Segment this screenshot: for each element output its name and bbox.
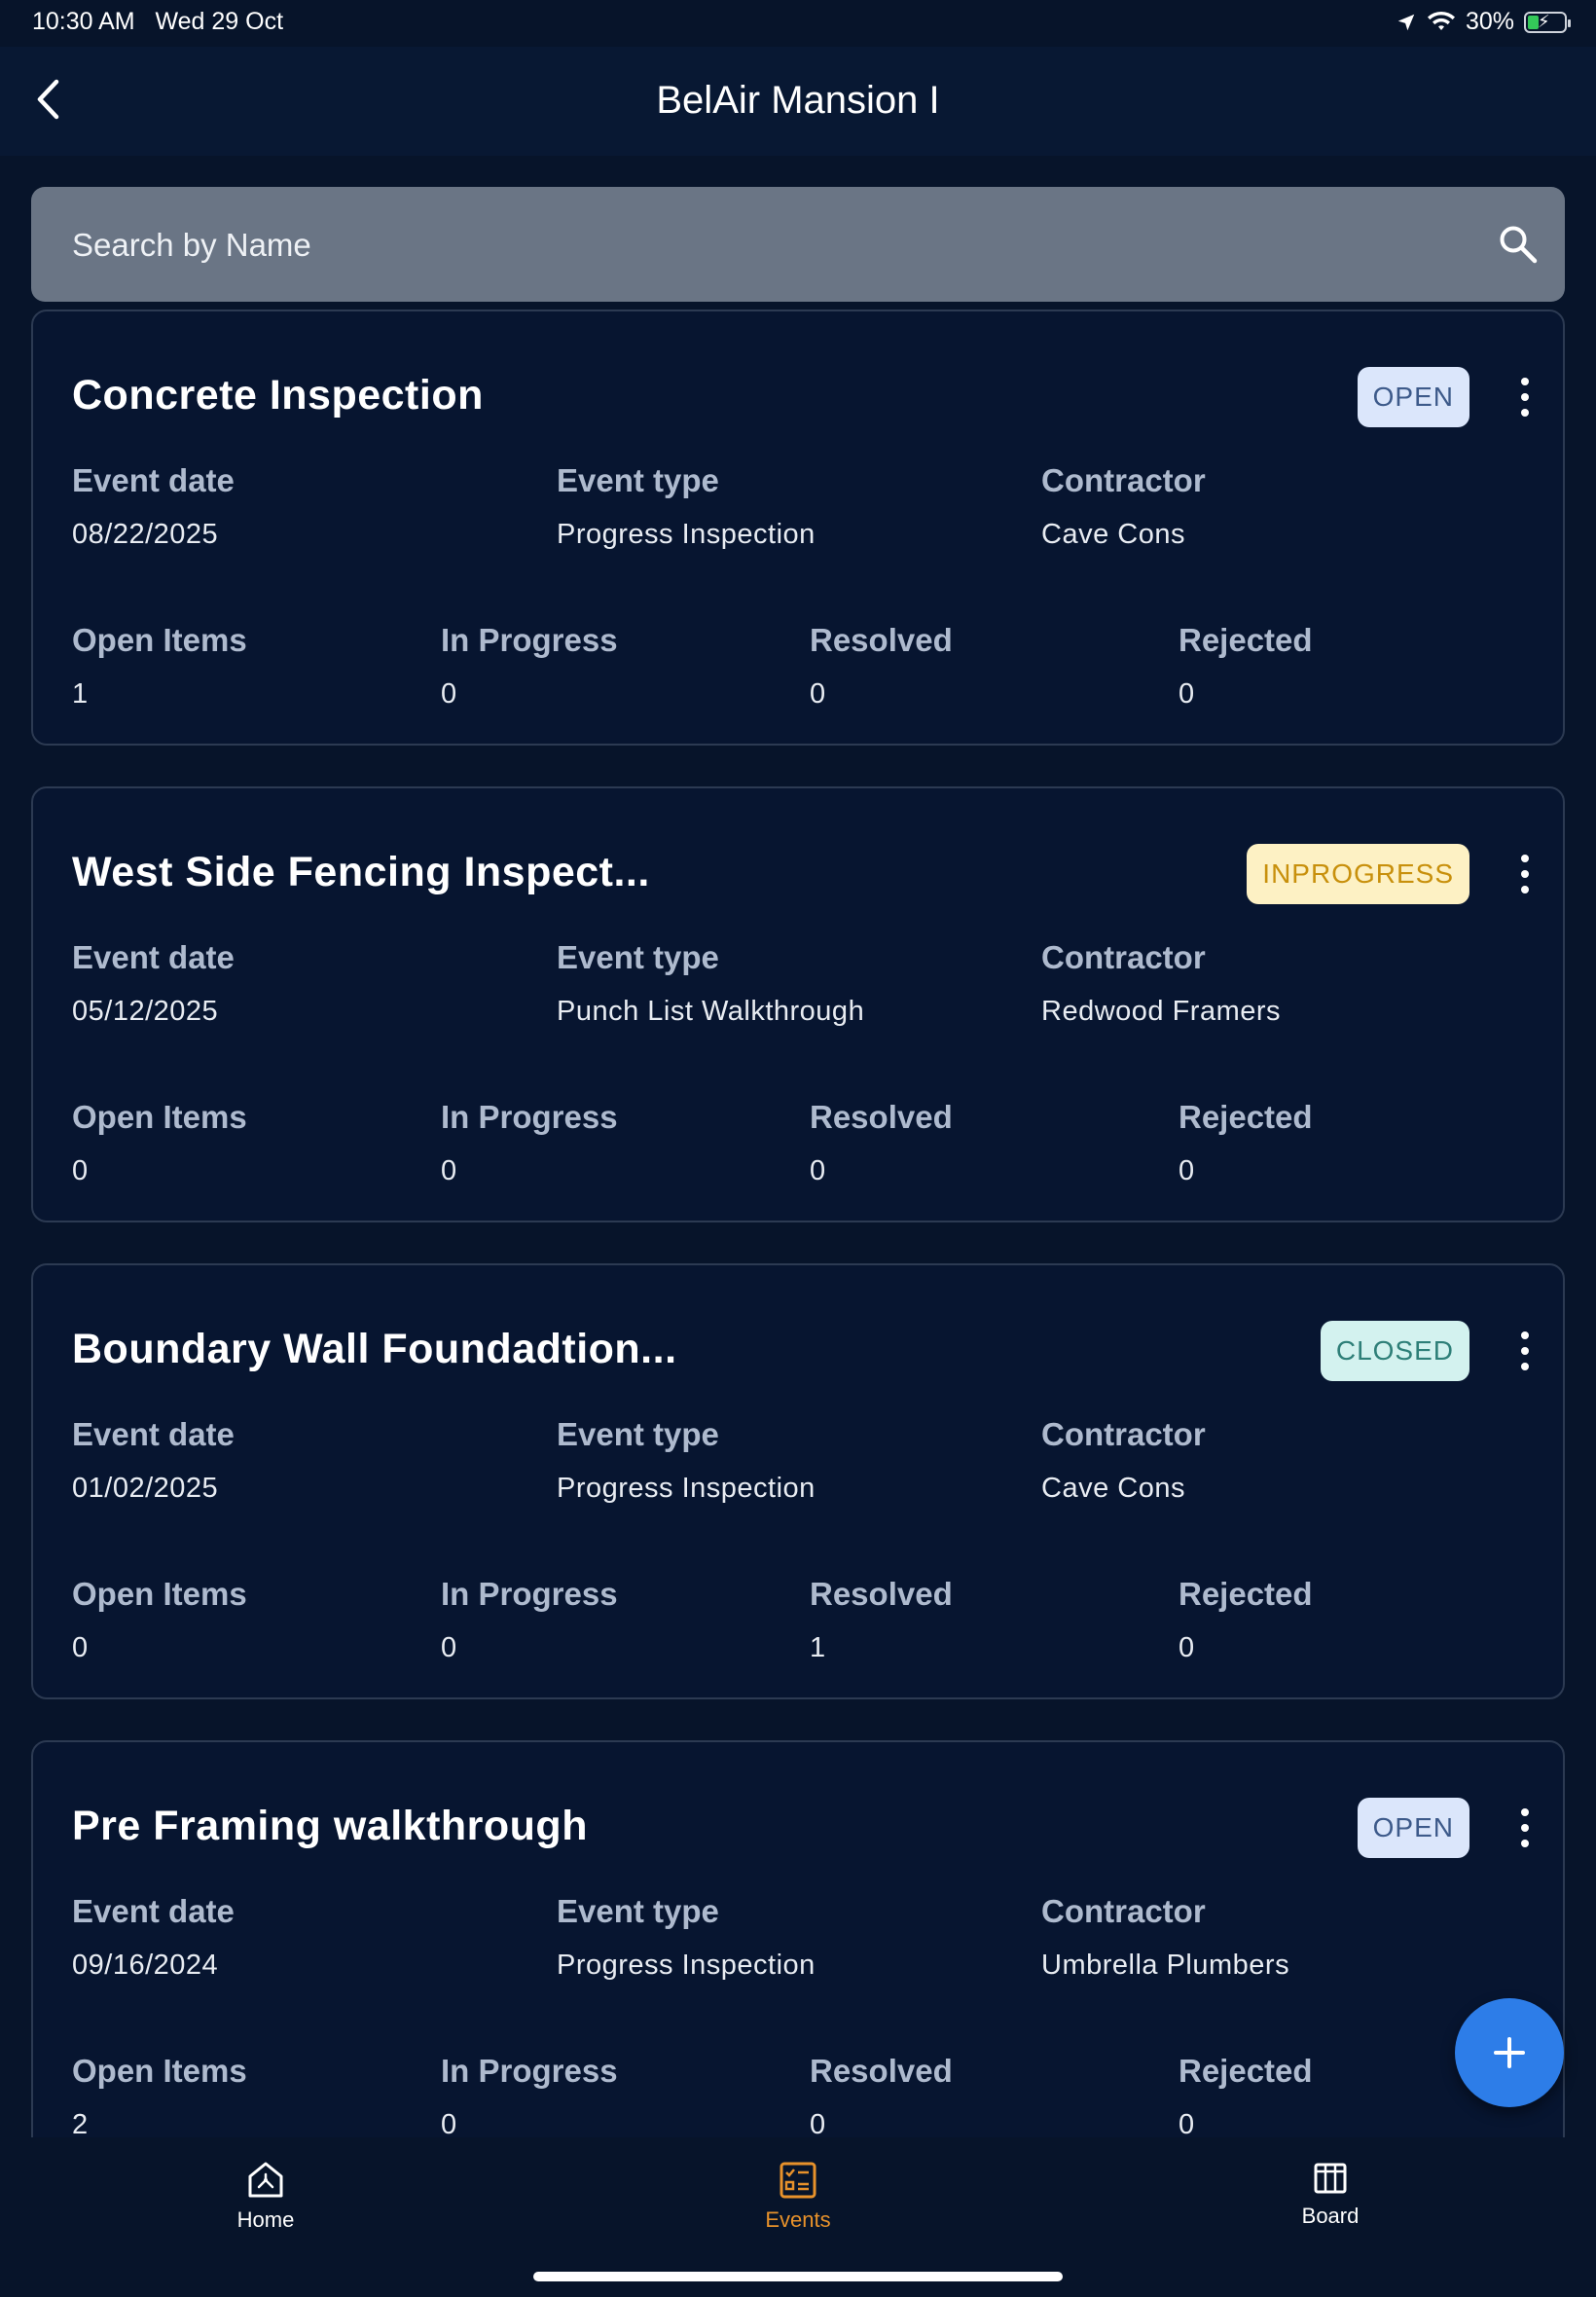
resolved-label: Resolved	[810, 2053, 953, 2089]
event-title: Boundary Wall Foundadtion...	[72, 1326, 677, 1372]
contractor-value: Redwood Framers	[1041, 996, 1282, 1027]
status-date: Wed 29 Oct	[155, 8, 284, 35]
event-date-value: 01/02/2025	[72, 1473, 219, 1504]
contractor-value: Cave Cons	[1041, 519, 1185, 550]
event-date-label: Event date	[72, 462, 235, 498]
open-items-label: Open Items	[72, 1576, 247, 1612]
home-indicator	[533, 2272, 1063, 2281]
more-options-button[interactable]	[1510, 378, 1540, 417]
page-title: BelAir Mansion I	[656, 79, 940, 122]
event-card[interactable]: Boundary Wall Foundadtion... CLOSED Even…	[31, 1263, 1565, 1699]
resolved-label: Resolved	[810, 1099, 953, 1135]
in-progress-label: In Progress	[441, 2053, 618, 2089]
contractor-value: Cave Cons	[1041, 1473, 1185, 1504]
event-date-value: 05/12/2025	[72, 996, 219, 1027]
nav-board-label: Board	[1301, 2204, 1360, 2228]
resolved-value: 1	[810, 1632, 826, 1663]
event-type-label: Event type	[557, 1416, 719, 1452]
event-type-label: Event type	[557, 1893, 719, 1929]
event-type-value: Progress Inspection	[557, 1950, 816, 1981]
wifi-icon	[1427, 11, 1455, 30]
contractor-label: Contractor	[1041, 939, 1206, 975]
resolved-value: 0	[810, 678, 826, 710]
app-header: BelAir Mansion I	[0, 47, 1596, 156]
battery-charging-icon: ⚡	[1524, 11, 1571, 33]
event-type-value: Punch List Walkthrough	[557, 996, 865, 1027]
status-time: 10:30 AM	[32, 8, 135, 35]
contractor-label: Contractor	[1041, 1893, 1206, 1929]
open-items-label: Open Items	[72, 1099, 247, 1135]
resolved-value: 0	[810, 1155, 826, 1186]
more-options-button[interactable]	[1510, 1331, 1540, 1370]
resolved-label: Resolved	[810, 1576, 953, 1612]
rejected-label: Rejected	[1179, 2053, 1313, 2089]
open-items-label: Open Items	[72, 622, 247, 658]
open-items-value: 2	[72, 2109, 89, 2139]
nav-home-label: Home	[236, 2207, 295, 2232]
event-type-label: Event type	[557, 462, 719, 498]
rejected-label: Rejected	[1179, 622, 1313, 658]
open-items-label: Open Items	[72, 2053, 247, 2089]
event-title: Concrete Inspection	[72, 372, 484, 419]
event-date-label: Event date	[72, 939, 235, 975]
resolved-value: 0	[810, 2109, 826, 2139]
nav-board[interactable]: Board	[1214, 2159, 1447, 2229]
status-badge: OPEN	[1357, 367, 1469, 427]
event-date-label: Event date	[72, 1416, 235, 1452]
status-badge: OPEN	[1357, 1798, 1469, 1858]
event-card[interactable]: Concrete Inspection OPEN Event date Even…	[31, 310, 1565, 746]
nav-events-label: Events	[765, 2207, 831, 2232]
open-items-value: 0	[72, 1632, 89, 1663]
resolved-label: Resolved	[810, 622, 953, 658]
event-title: West Side Fencing Inspect...	[72, 849, 650, 895]
rejected-value: 0	[1179, 678, 1195, 710]
event-type-value: Progress Inspection	[557, 1473, 816, 1504]
event-title: Pre Framing walkthrough	[72, 1803, 588, 1849]
rejected-label: Rejected	[1179, 1099, 1313, 1135]
contractor-label: Contractor	[1041, 1416, 1206, 1452]
rejected-value: 0	[1179, 1632, 1195, 1663]
more-options-button[interactable]	[1510, 1808, 1540, 1847]
event-type-value: Progress Inspection	[557, 519, 816, 550]
add-event-button[interactable]	[1455, 1998, 1564, 2107]
battery-percent: 30%	[1465, 8, 1514, 35]
event-date-value: 08/22/2025	[72, 519, 219, 550]
home-icon	[248, 2162, 283, 2198]
in-progress-value: 0	[441, 1155, 457, 1186]
location-icon	[1397, 14, 1415, 30]
event-date-label: Event date	[72, 1893, 235, 1929]
event-date-value: 09/16/2024	[72, 1950, 219, 1981]
in-progress-label: In Progress	[441, 622, 618, 658]
plus-icon	[1494, 2037, 1525, 2068]
nav-home[interactable]: Home	[149, 2159, 382, 2233]
status-bar: 10:30 AM Wed 29 Oct 30% ⚡	[0, 0, 1596, 47]
in-progress-label: In Progress	[441, 1099, 618, 1135]
in-progress-value: 0	[441, 1632, 457, 1663]
in-progress-value: 0	[441, 678, 457, 710]
event-list: Concrete Inspection OPEN Event date Even…	[31, 310, 1565, 2139]
more-options-button[interactable]	[1510, 855, 1540, 893]
event-card[interactable]: West Side Fencing Inspect... INPROGRESS …	[31, 786, 1565, 1222]
contractor-value: Umbrella Plumbers	[1041, 1950, 1290, 1981]
nav-events[interactable]: Events	[681, 2159, 915, 2233]
status-badge: CLOSED	[1320, 1321, 1469, 1381]
event-card[interactable]: Pre Framing walkthrough OPEN Event date …	[31, 1740, 1565, 2139]
in-progress-value: 0	[441, 2109, 457, 2139]
rejected-label: Rejected	[1179, 1576, 1313, 1612]
board-icon	[1314, 2163, 1347, 2194]
contractor-label: Contractor	[1041, 462, 1206, 498]
rejected-value: 0	[1179, 2109, 1195, 2139]
in-progress-label: In Progress	[441, 1576, 618, 1612]
open-items-value: 0	[72, 1155, 89, 1186]
rejected-value: 0	[1179, 1155, 1195, 1186]
search-icon[interactable]	[1497, 223, 1540, 266]
open-items-value: 1	[72, 678, 89, 710]
event-type-label: Event type	[557, 939, 719, 975]
search-bar	[31, 187, 1565, 304]
status-badge: INPROGRESS	[1247, 844, 1469, 904]
search-input[interactable]	[70, 187, 1475, 304]
events-icon	[780, 2162, 816, 2199]
